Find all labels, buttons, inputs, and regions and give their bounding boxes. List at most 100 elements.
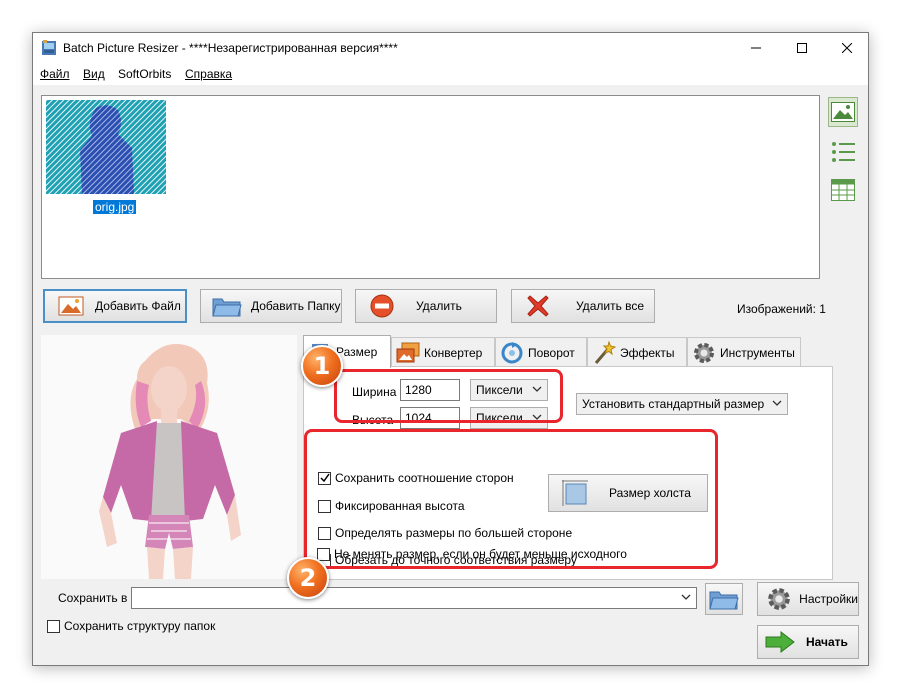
image-gallery[interactable]: orig.jpg bbox=[41, 95, 820, 279]
checkbox-box bbox=[318, 499, 331, 513]
rotate-icon bbox=[500, 341, 524, 365]
tab-rotate-label: Поворот bbox=[528, 345, 575, 360]
menu-file[interactable]: Файл bbox=[40, 67, 70, 81]
menu-view[interactable]: Вид bbox=[83, 67, 105, 81]
image-count: Изображений: 1 bbox=[737, 302, 826, 316]
save-path-combo[interactable] bbox=[131, 587, 697, 609]
fixed-height-checkbox[interactable]: Фиксированная высота bbox=[318, 499, 465, 513]
tab-effects-label: Эффекты bbox=[620, 345, 675, 360]
checkbox-box bbox=[318, 471, 331, 485]
minimize-button[interactable] bbox=[733, 33, 779, 63]
canvas-size-label: Размер холста bbox=[609, 486, 691, 500]
tab-size-label: Размер bbox=[336, 345, 378, 359]
height-label: Высота bbox=[352, 413, 394, 427]
preview-picture bbox=[41, 335, 297, 579]
menu-bar: Файл Вид SoftOrbits Справка bbox=[33, 63, 868, 85]
image-preview bbox=[41, 335, 297, 579]
checkbox-box bbox=[317, 547, 330, 561]
tab-tools[interactable]: Инструменты bbox=[687, 337, 801, 367]
keep-folder-structure-label: Сохранить структуру папок bbox=[64, 619, 216, 633]
gear-icon bbox=[692, 341, 716, 365]
checkbox-box bbox=[318, 526, 331, 540]
add-file-label: Добавить Файл bbox=[95, 299, 181, 313]
list-view-button[interactable] bbox=[828, 137, 858, 167]
add-folder-button[interactable]: Добавить Папку bbox=[200, 289, 342, 323]
red-x-icon bbox=[522, 294, 554, 318]
chevron-down-icon bbox=[532, 414, 542, 420]
keep-folder-structure-checkbox[interactable]: Сохранить структуру папок bbox=[47, 619, 215, 633]
maximize-button[interactable] bbox=[779, 33, 825, 63]
close-button[interactable] bbox=[824, 33, 870, 63]
no-entry-icon bbox=[366, 294, 398, 318]
width-unit-value: Пиксели bbox=[476, 383, 523, 397]
maximize-icon bbox=[797, 43, 807, 53]
app-icon bbox=[42, 40, 56, 55]
tab-rotate[interactable]: Поворот bbox=[495, 337, 587, 367]
menu-help[interactable]: Справка bbox=[185, 67, 232, 81]
magic-wand-icon bbox=[592, 340, 616, 365]
start-label: Начать bbox=[806, 635, 848, 649]
chevron-down-icon bbox=[772, 400, 782, 406]
settings-tabs: Размер Конвертер Поворот Эффекты Инструм… bbox=[303, 335, 803, 368]
keep-aspect-label: Сохранить соотношение сторон bbox=[335, 471, 514, 485]
chevron-down-icon bbox=[532, 386, 542, 392]
height-value: 1024 bbox=[405, 411, 432, 425]
folder-icon bbox=[211, 294, 243, 318]
preset-size-value: Установить стандартный размер bbox=[582, 397, 765, 411]
tab-effects[interactable]: Эффекты bbox=[587, 337, 687, 367]
thumbnail-picture bbox=[46, 100, 166, 194]
canvas-icon bbox=[559, 480, 591, 506]
add-folder-label: Добавить Папку bbox=[251, 299, 341, 313]
converter-icon bbox=[396, 341, 420, 365]
list-icon bbox=[832, 142, 855, 162]
height-unit-select[interactable]: Пиксели bbox=[470, 407, 548, 429]
width-value: 1280 bbox=[405, 383, 432, 397]
window-title: Batch Picture Resizer - ****Незарегистри… bbox=[63, 41, 398, 55]
thumbnail-image[interactable] bbox=[46, 100, 166, 194]
annotation-badge-2: 2 bbox=[287, 557, 329, 599]
width-unit-select[interactable]: Пиксели bbox=[470, 379, 548, 401]
delete-all-label: Удалить все bbox=[576, 299, 645, 313]
save-to-label: Сохранить в bbox=[58, 591, 128, 605]
height-input[interactable]: 1024 bbox=[400, 407, 460, 429]
image-icon bbox=[831, 102, 855, 122]
start-button[interactable]: Начать bbox=[757, 625, 859, 659]
browse-folder-button[interactable] bbox=[705, 583, 743, 615]
tab-converter[interactable]: Конвертер bbox=[391, 337, 495, 367]
settings-label: Настройки bbox=[799, 592, 858, 606]
table-icon bbox=[831, 179, 855, 201]
close-icon bbox=[842, 43, 852, 53]
height-unit-value: Пиксели bbox=[476, 411, 523, 425]
table-view-button[interactable] bbox=[828, 175, 858, 205]
no-upscale-label: Не менять размер, если он будет меньше и… bbox=[334, 547, 627, 561]
add-image-icon bbox=[55, 294, 87, 318]
no-upscale-checkbox[interactable]: Не менять размер, если он будет меньше и… bbox=[317, 547, 627, 561]
chevron-down-icon bbox=[681, 594, 691, 600]
preset-size-select[interactable]: Установить стандартный размер bbox=[576, 393, 788, 415]
annotation-badge-1: 1 bbox=[301, 345, 343, 387]
canvas-size-button[interactable]: Размер холста bbox=[548, 474, 708, 512]
minimize-icon bbox=[751, 47, 761, 49]
larger-side-checkbox[interactable]: Определять размеры по большей стороне bbox=[318, 526, 572, 540]
gear-icon bbox=[764, 587, 793, 611]
app-window: Batch Picture Resizer - ****Незарегистри… bbox=[32, 32, 869, 666]
tab-tools-label: Инструменты bbox=[720, 345, 795, 360]
arrow-right-icon bbox=[764, 630, 796, 654]
checkbox-box bbox=[47, 619, 60, 633]
delete-label: Удалить bbox=[416, 299, 462, 313]
thumbnail-filename[interactable]: orig.jpg bbox=[93, 200, 137, 214]
width-input[interactable]: 1280 bbox=[400, 379, 460, 401]
delete-button[interactable]: Удалить bbox=[355, 289, 497, 323]
settings-button[interactable]: Настройки bbox=[757, 582, 859, 616]
tab-converter-label: Конвертер bbox=[424, 345, 483, 360]
menu-softorbits[interactable]: SoftOrbits bbox=[118, 67, 171, 81]
delete-all-button[interactable]: Удалить все bbox=[511, 289, 655, 323]
width-label: Ширина bbox=[352, 385, 397, 399]
thumbnail-view-button[interactable] bbox=[828, 97, 858, 127]
folder-icon bbox=[709, 591, 739, 610]
add-file-button[interactable]: Добавить Файл bbox=[43, 289, 187, 323]
title-bar: Batch Picture Resizer - ****Незарегистри… bbox=[33, 33, 868, 63]
keep-aspect-checkbox[interactable]: Сохранить соотношение сторон bbox=[318, 471, 514, 485]
checkmark-icon bbox=[319, 473, 330, 483]
fixed-height-label: Фиксированная высота bbox=[335, 499, 465, 513]
